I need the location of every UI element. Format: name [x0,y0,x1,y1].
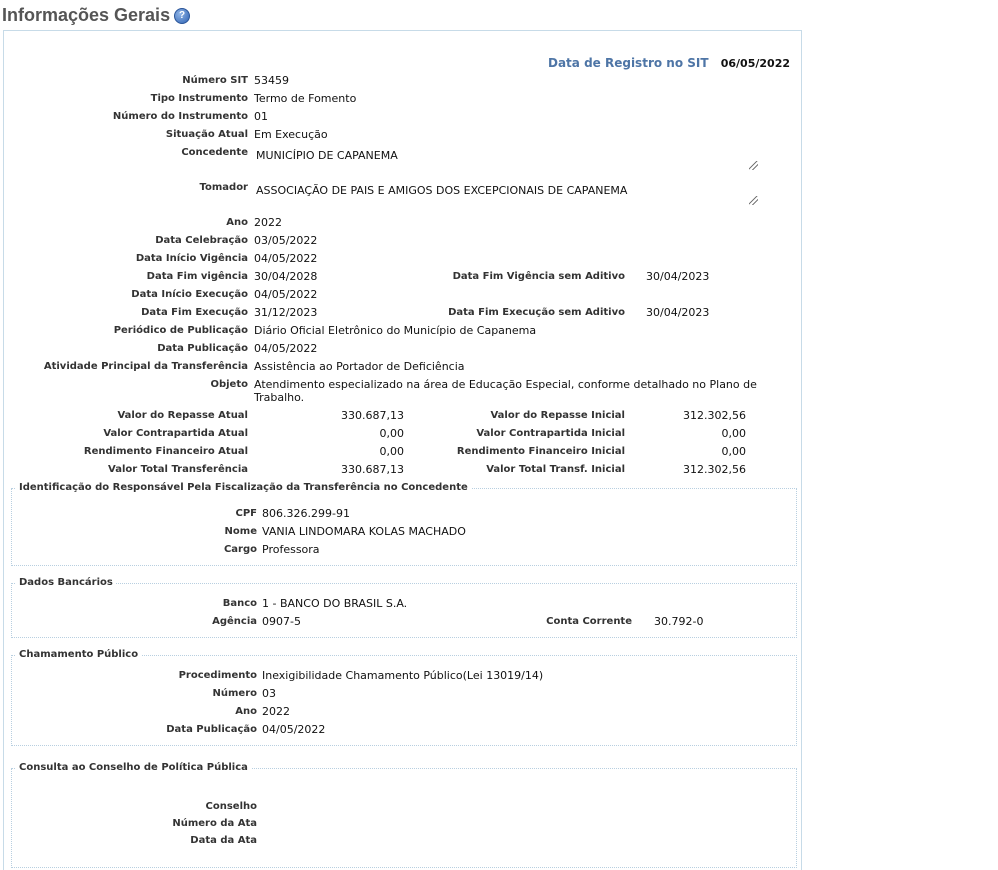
numero-instrumento-value: 01 [254,110,268,123]
valor-total-inicial-value: 312.302,56 [683,463,746,476]
data-fim-execucao-sem-aditivo-value: 30/04/2023 [646,306,710,319]
concedente-value: MUNICÍPIO DE CAPANEMA [256,149,398,162]
valor-repasse-atual-label: Valor do Repasse Atual [117,410,248,421]
ano-value: 2022 [254,216,282,229]
chamamento-ano-label: Ano [235,706,257,717]
valor-total-label: Valor Total Transferência [108,464,248,475]
valor-contrapartida-atual-label: Valor Contrapartida Atual [103,428,248,439]
procedimento-label: Procedimento [178,670,257,681]
situacao-atual-label: Situação Atual [165,129,248,140]
tomador-textarea[interactable]: ASSOCIAÇÃO DE PAIS E AMIGOS DOS EXCEPCIO… [254,183,758,207]
situacao-atual-value: Em Execução [254,128,328,141]
data-fim-vigencia-sem-aditivo-label: Data Fim Vigência sem Aditivo [452,271,625,282]
bancarios-legend: Dados Bancários [16,577,116,588]
atividade-principal-value: Assistência ao Portador de Deficiência [254,360,465,373]
conselho-fieldset: Consulta ao Conselho de Política Pública [11,762,797,868]
concedente-textarea[interactable]: MUNICÍPIO DE CAPANEMA [254,148,758,172]
periodico-publicacao-value: Diário Oficial Eletrônico do Município d… [254,324,537,337]
objeto-label: Objeto [210,379,248,390]
chamamento-numero-value: 03 [262,687,276,700]
registro-value: 06/05/2022 [720,57,790,70]
valor-repasse-atual-value: 330.687,13 [341,409,404,422]
cargo-label: Cargo [223,544,257,555]
chamamento-data-publicacao-label: Data Publicação [166,724,257,735]
chamamento-legend: Chamamento Público [16,649,142,660]
valor-repasse-inicial-label: Valor do Repasse Inicial [490,410,625,421]
data-fim-vigencia-label: Data Fim vigência [146,271,248,282]
procedimento-value: Inexigibilidade Chamamento Público(Lei 1… [262,669,544,682]
data-fim-execucao-value: 31/12/2023 [254,306,318,319]
valor-total-inicial-label: Valor Total Transf. Inicial [486,464,625,475]
objeto-value-line2: Trabalho. [254,391,305,404]
conselho-legend: Consulta ao Conselho de Política Pública [16,762,251,773]
data-celebracao-label: Data Celebração [155,235,248,246]
conta-value: 30.792-0 [654,615,704,628]
data-inicio-execucao-label: Data Início Execução [131,289,248,300]
periodico-publicacao-label: Periódico de Publicação [113,325,248,336]
valor-contrapartida-inicial-label: Valor Contrapartida Inicial [476,428,625,439]
chamamento-ano-value: 2022 [262,705,290,718]
valor-total-value: 330.687,13 [341,463,404,476]
banco-value: 1 - BANCO DO BRASIL S.A. [262,597,408,610]
agencia-value: 0907-5 [262,615,301,628]
page-title-text: Informações Gerais [2,5,171,25]
numero-instrumento-label: Número do Instrumento [112,111,248,122]
rendimento-atual-label: Rendimento Financeiro Atual [83,446,248,457]
data-inicio-vigencia-value: 04/05/2022 [254,252,318,265]
resize-grip-icon[interactable] [749,196,758,205]
data-publicacao-label: Data Publicação [157,343,248,354]
bancarios-fieldset: Dados Bancários [11,577,797,638]
data-celebracao-value: 03/05/2022 [254,234,318,247]
agencia-label: Agência [212,616,257,627]
concedente-label: Concedente [181,147,248,158]
resize-grip-icon[interactable] [749,161,758,170]
data-inicio-execucao-value: 04/05/2022 [254,288,318,301]
data-inicio-vigencia-label: Data Início Vigência [135,253,248,264]
banco-label: Banco [222,598,257,609]
valor-repasse-inicial-value: 312.302,56 [683,409,746,422]
registro-sit: Data de Registro no SIT 06/05/2022 [548,56,790,70]
page-title: Informações Gerais ? [2,5,191,26]
ano-label: Ano [226,217,248,228]
conselho-label: Conselho [205,801,257,812]
cargo-value: Professora [262,543,320,556]
responsavel-legend: Identificação do Responsável Pela Fiscal… [16,482,471,493]
registro-label: Data de Registro no SIT [548,56,709,70]
data-publicacao-value: 04/05/2022 [254,342,318,355]
atividade-principal-label: Atividade Principal da Transferência [43,361,248,372]
numero-sit-value: 53459 [254,74,289,87]
question-icon[interactable]: ? [174,7,191,24]
cpf-value: 806.326.299-91 [262,507,350,520]
conta-label: Conta Corrente [546,616,632,627]
numero-sit-label: Número SIT [182,75,248,86]
valor-contrapartida-atual-value: 0,00 [379,427,405,440]
data-ata-label: Data da Ata [190,835,257,846]
tipo-instrumento-label: Tipo Instrumento [150,93,248,104]
tomador-value: ASSOCIAÇÃO DE PAIS E AMIGOS DOS EXCEPCIO… [256,184,628,197]
tomador-label: Tomador [199,182,249,193]
tipo-instrumento-value: Termo de Fomento [254,92,357,105]
data-fim-vigencia-sem-aditivo-value: 30/04/2023 [646,270,710,283]
chamamento-data-publicacao-value: 04/05/2022 [262,723,326,736]
data-fim-execucao-label: Data Fim Execução [141,307,248,318]
rendimento-inicial-value: 0,00 [721,445,747,458]
valor-contrapartida-inicial-value: 0,00 [721,427,747,440]
cpf-label: CPF [235,508,258,519]
data-fim-execucao-sem-aditivo-label: Data Fim Execução sem Aditivo [448,307,625,318]
objeto-value-line1: Atendimento especializado na área de Edu… [254,378,757,391]
nome-label: Nome [224,526,257,537]
rendimento-atual-value: 0,00 [379,445,405,458]
numero-ata-label: Número da Ata [172,818,257,829]
nome-value: VANIA LINDOMARA KOLAS MACHADO [262,525,466,538]
rendimento-inicial-label: Rendimento Financeiro Inicial [456,446,625,457]
data-fim-vigencia-value: 30/04/2028 [254,270,318,283]
chamamento-numero-label: Número [212,688,258,699]
